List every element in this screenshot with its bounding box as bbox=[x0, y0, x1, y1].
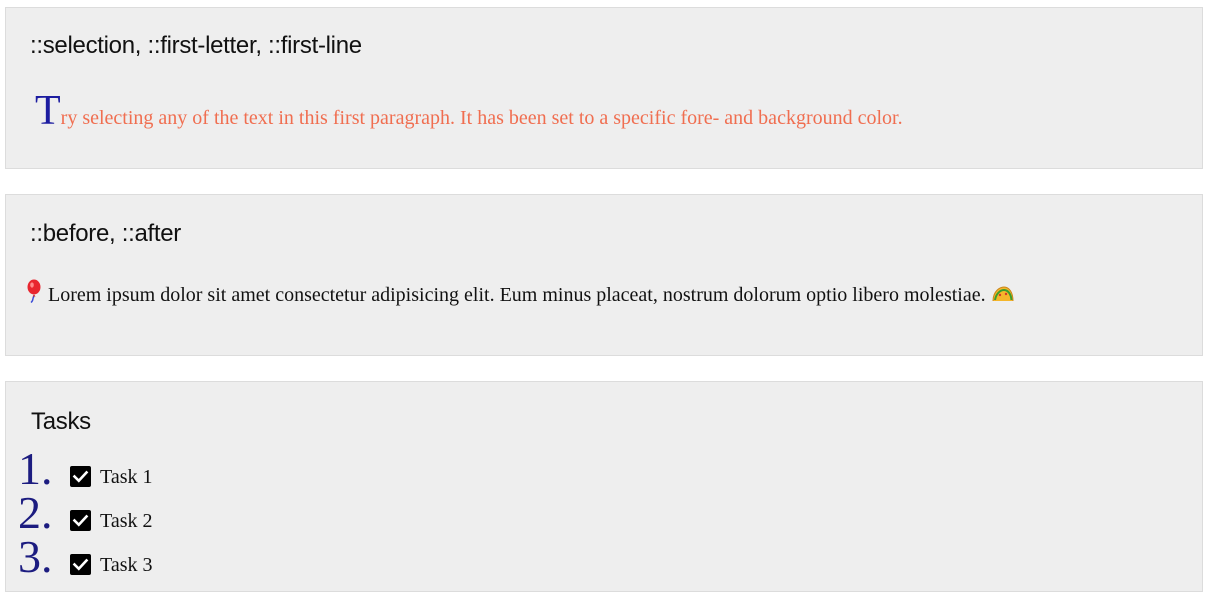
lorem-text: Lorem ipsum dolor sit amet consectetur a… bbox=[48, 284, 986, 306]
checkbox-checked-icon[interactable] bbox=[70, 466, 91, 487]
task-label: Task 1 bbox=[100, 466, 153, 488]
card-title: ::before, ::after bbox=[30, 220, 181, 247]
task-label: Task 3 bbox=[100, 554, 153, 576]
list-item: 2. Task 2 bbox=[6, 490, 406, 538]
first-line-text: ry selecting any of the text in this fir… bbox=[60, 107, 903, 129]
taco-icon bbox=[992, 286, 1014, 302]
before-after-demo-card: ::before, ::after Lorem ipsum dolor sit … bbox=[5, 194, 1203, 356]
lorem-paragraph: Lorem ipsum dolor sit amet consectetur a… bbox=[7, 279, 1157, 306]
first-letter: T bbox=[35, 88, 61, 134]
balloon-icon bbox=[27, 279, 41, 303]
list-item: 1. Task 1 bbox=[6, 446, 406, 494]
selection-demo-card: ::selection, ::first-letter, ::first-lin… bbox=[5, 7, 1203, 169]
card-title: Tasks bbox=[31, 408, 91, 435]
list-number: 2. bbox=[18, 487, 53, 538]
checkbox-checked-icon[interactable] bbox=[70, 554, 91, 575]
list-number: 1. bbox=[18, 443, 53, 494]
checkbox-checked-icon[interactable] bbox=[70, 510, 91, 531]
first-paragraph[interactable]: Try selecting any of the text in this fi… bbox=[35, 90, 903, 132]
task-list: 1. Task 1 2. Task 2 3. Task 3 bbox=[6, 446, 406, 582]
list-item: 3. Task 3 bbox=[6, 534, 406, 582]
task-label: Task 2 bbox=[100, 510, 153, 532]
list-number: 3. bbox=[18, 531, 53, 582]
tasks-card: Tasks 1. Task 1 2. Task 2 3. Task 3 bbox=[5, 381, 1203, 592]
card-title: ::selection, ::first-letter, ::first-lin… bbox=[30, 32, 362, 59]
